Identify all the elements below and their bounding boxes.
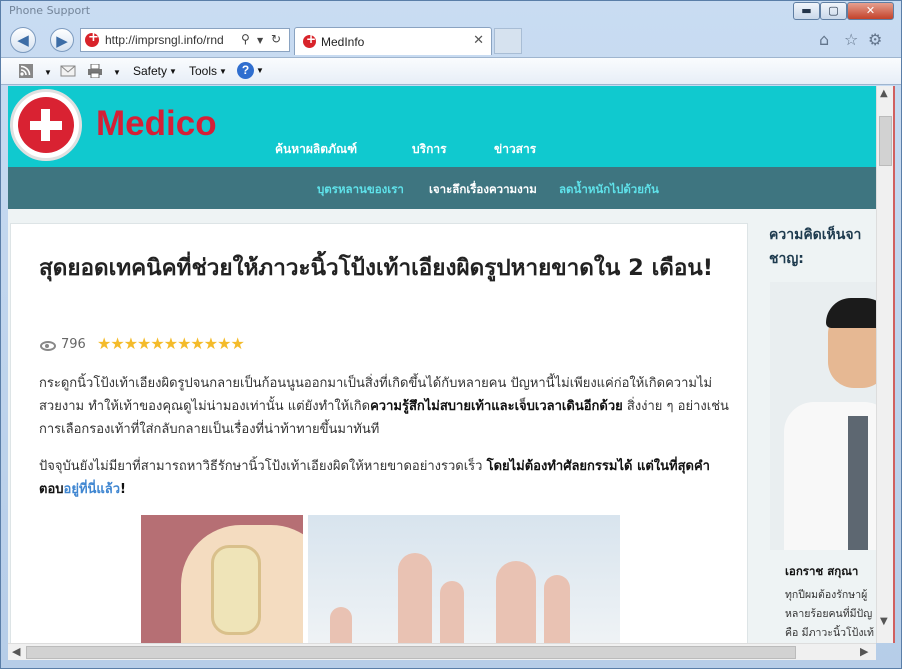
window-title: Phone Support: [9, 4, 91, 17]
maximize-button[interactable]: ▢: [820, 2, 847, 20]
safety-menu[interactable]: Safety ▼: [133, 64, 177, 78]
gear-icon[interactable]: ⚙: [868, 30, 882, 49]
minimize-button[interactable]: ▬: [793, 2, 820, 20]
subnav-beauty-deep-dive[interactable]: เจาะลึกเรื่องความงาม: [429, 181, 537, 199]
scroll-up-icon[interactable]: ▲: [880, 88, 888, 99]
address-text[interactable]: http://imprsngl.info/rnd: [105, 33, 239, 47]
star-rating: ★★★★★★★★★★★: [97, 334, 245, 353]
tab-title: MedInfo: [321, 35, 365, 49]
print-icon[interactable]: [87, 64, 103, 78]
sub-navigation: บุตรหลานของเรา เจาะลึกเรื่องความงาม ลดน้…: [8, 167, 876, 209]
answer-link[interactable]: อยู่ที่นี่แล้ว: [64, 482, 121, 497]
medical-cross-logo-icon[interactable]: [10, 89, 82, 161]
command-bar: ▼ ▼ Safety ▼ Tools ▼ ? ▼: [1, 57, 901, 85]
browser-window: Phone Support ▬ ▢ ✕ ◀ ▶ http://imprsngl.…: [0, 0, 902, 669]
expert-title-line-2: ชาญ:: [769, 251, 804, 267]
scroll-right-icon[interactable]: ▶: [860, 645, 868, 658]
foot-xray-illustration: [141, 515, 303, 643]
star-icon[interactable]: ☆: [844, 30, 858, 49]
tools-menu[interactable]: Tools ▼: [189, 64, 227, 78]
search-icon[interactable]: ⚲: [241, 32, 250, 46]
p1-bold: ความรู้สึกไม่สบายเท้าและเจ็บเวลาเดินอีกด…: [370, 399, 623, 414]
address-bar[interactable]: http://imprsngl.info/rnd ⚲ ▼ ↻: [80, 28, 290, 52]
home-icon[interactable]: ⌂: [819, 30, 829, 49]
page-viewport: Medico ค้นหาผลิตภัณฑ์ บริการ ข่าวสาร บุต…: [8, 86, 876, 643]
site-logo-text[interactable]: Medico: [96, 104, 217, 144]
subnav-lose-weight-together[interactable]: ลดน้ำหนักไปด้วยกัน: [559, 181, 659, 199]
title-bar: Phone Support ▬ ▢ ✕: [1, 1, 901, 23]
p2-end: !: [120, 482, 126, 497]
article-card: สุดยอดเทคนิคที่ช่วยให้ภาวะนิ้วโป้งเท้าเอ…: [10, 223, 748, 643]
subnav-our-children[interactable]: บุตรหลานของเรา: [317, 181, 404, 199]
mail-icon[interactable]: [60, 64, 76, 78]
doctor-quote-line: ทุกปีผมต้องรักษาผู้: [785, 589, 868, 601]
horizontal-scrollbar[interactable]: ◀ ▶: [8, 643, 876, 660]
doctor-name: เอกราช สกุณา: [785, 564, 859, 578]
forward-icon[interactable]: ▶: [50, 28, 74, 52]
doctor-quote-line: หลายร้อยคนที่มีปัญ: [785, 608, 873, 620]
nav-services[interactable]: บริการ: [412, 140, 447, 159]
site-header: Medico ค้นหาผลิตภัณฑ์ บริการ ข่าวสาร: [8, 86, 876, 167]
help-menu[interactable]: ? ▼: [237, 62, 264, 79]
view-count: 796: [61, 337, 86, 352]
tab-medinfo[interactable]: MedInfo ✕: [294, 27, 492, 55]
safety-label: Safety: [133, 64, 168, 78]
article-paragraph-1: กระดูกนิ้วโป้งเท้าเอียงผิดรูปจนกลายเป็นก…: [39, 372, 729, 441]
doctor-quote-line: คือ มีภาวะนิ้วโป้งเท้: [785, 627, 874, 639]
search-dropdown-icon[interactable]: ▼: [257, 36, 263, 45]
nav-news[interactable]: ข่าวสาร: [494, 140, 536, 159]
eye-icon: [40, 341, 56, 351]
tab-close-icon[interactable]: ✕: [473, 33, 484, 48]
doctor-quote: ทุกปีผมต้องรักษาผู้ หลายร้อยคนที่มีปัญ ค…: [785, 586, 876, 643]
help-icon: ?: [237, 62, 254, 79]
navigation-row: ◀ ▶ http://imprsngl.info/rnd ⚲ ▼ ↻ MedIn…: [1, 23, 901, 57]
vertical-scrollbar[interactable]: ▲ ▼: [876, 86, 893, 643]
article-headline: สุดยอดเทคนิคที่ช่วยให้ภาวะนิ้วโป้งเท้าเอ…: [39, 255, 714, 281]
back-icon[interactable]: ◀: [10, 27, 36, 53]
print-dropdown-icon[interactable]: ▼: [111, 65, 121, 79]
scroll-down-icon[interactable]: ▼: [880, 616, 888, 627]
close-window-button[interactable]: ✕: [847, 2, 894, 20]
scroll-left-icon[interactable]: ◀: [12, 645, 20, 658]
p2-text-a: ปัจจุบันยังไม่มียาที่สามารถหาวิธีรักษานิ…: [39, 459, 487, 474]
nav-search-products[interactable]: ค้นหาผลิตภัณฑ์: [275, 140, 357, 159]
tab-favicon-icon: [303, 32, 316, 48]
expert-title-line-1: ความคิดเห็นจา: [769, 227, 862, 243]
new-tab-button[interactable]: [494, 28, 522, 54]
window-edge: [893, 86, 895, 643]
tools-label: Tools: [189, 64, 218, 78]
rss-icon[interactable]: [18, 64, 34, 78]
toes-photo: [308, 515, 620, 643]
expert-opinion-title: ความคิดเห็นจา ชาญ:: [769, 223, 876, 271]
site-favicon-icon: [85, 30, 99, 47]
vertical-scroll-thumb[interactable]: [879, 116, 892, 166]
rss-dropdown-icon[interactable]: ▼: [42, 65, 52, 79]
article-paragraph-2: ปัจจุบันยังไม่มียาที่สามารถหาวิธีรักษานิ…: [39, 455, 729, 501]
doctor-photo: [770, 282, 876, 550]
horizontal-scroll-thumb[interactable]: [26, 646, 796, 659]
refresh-icon[interactable]: ↻: [271, 32, 281, 46]
